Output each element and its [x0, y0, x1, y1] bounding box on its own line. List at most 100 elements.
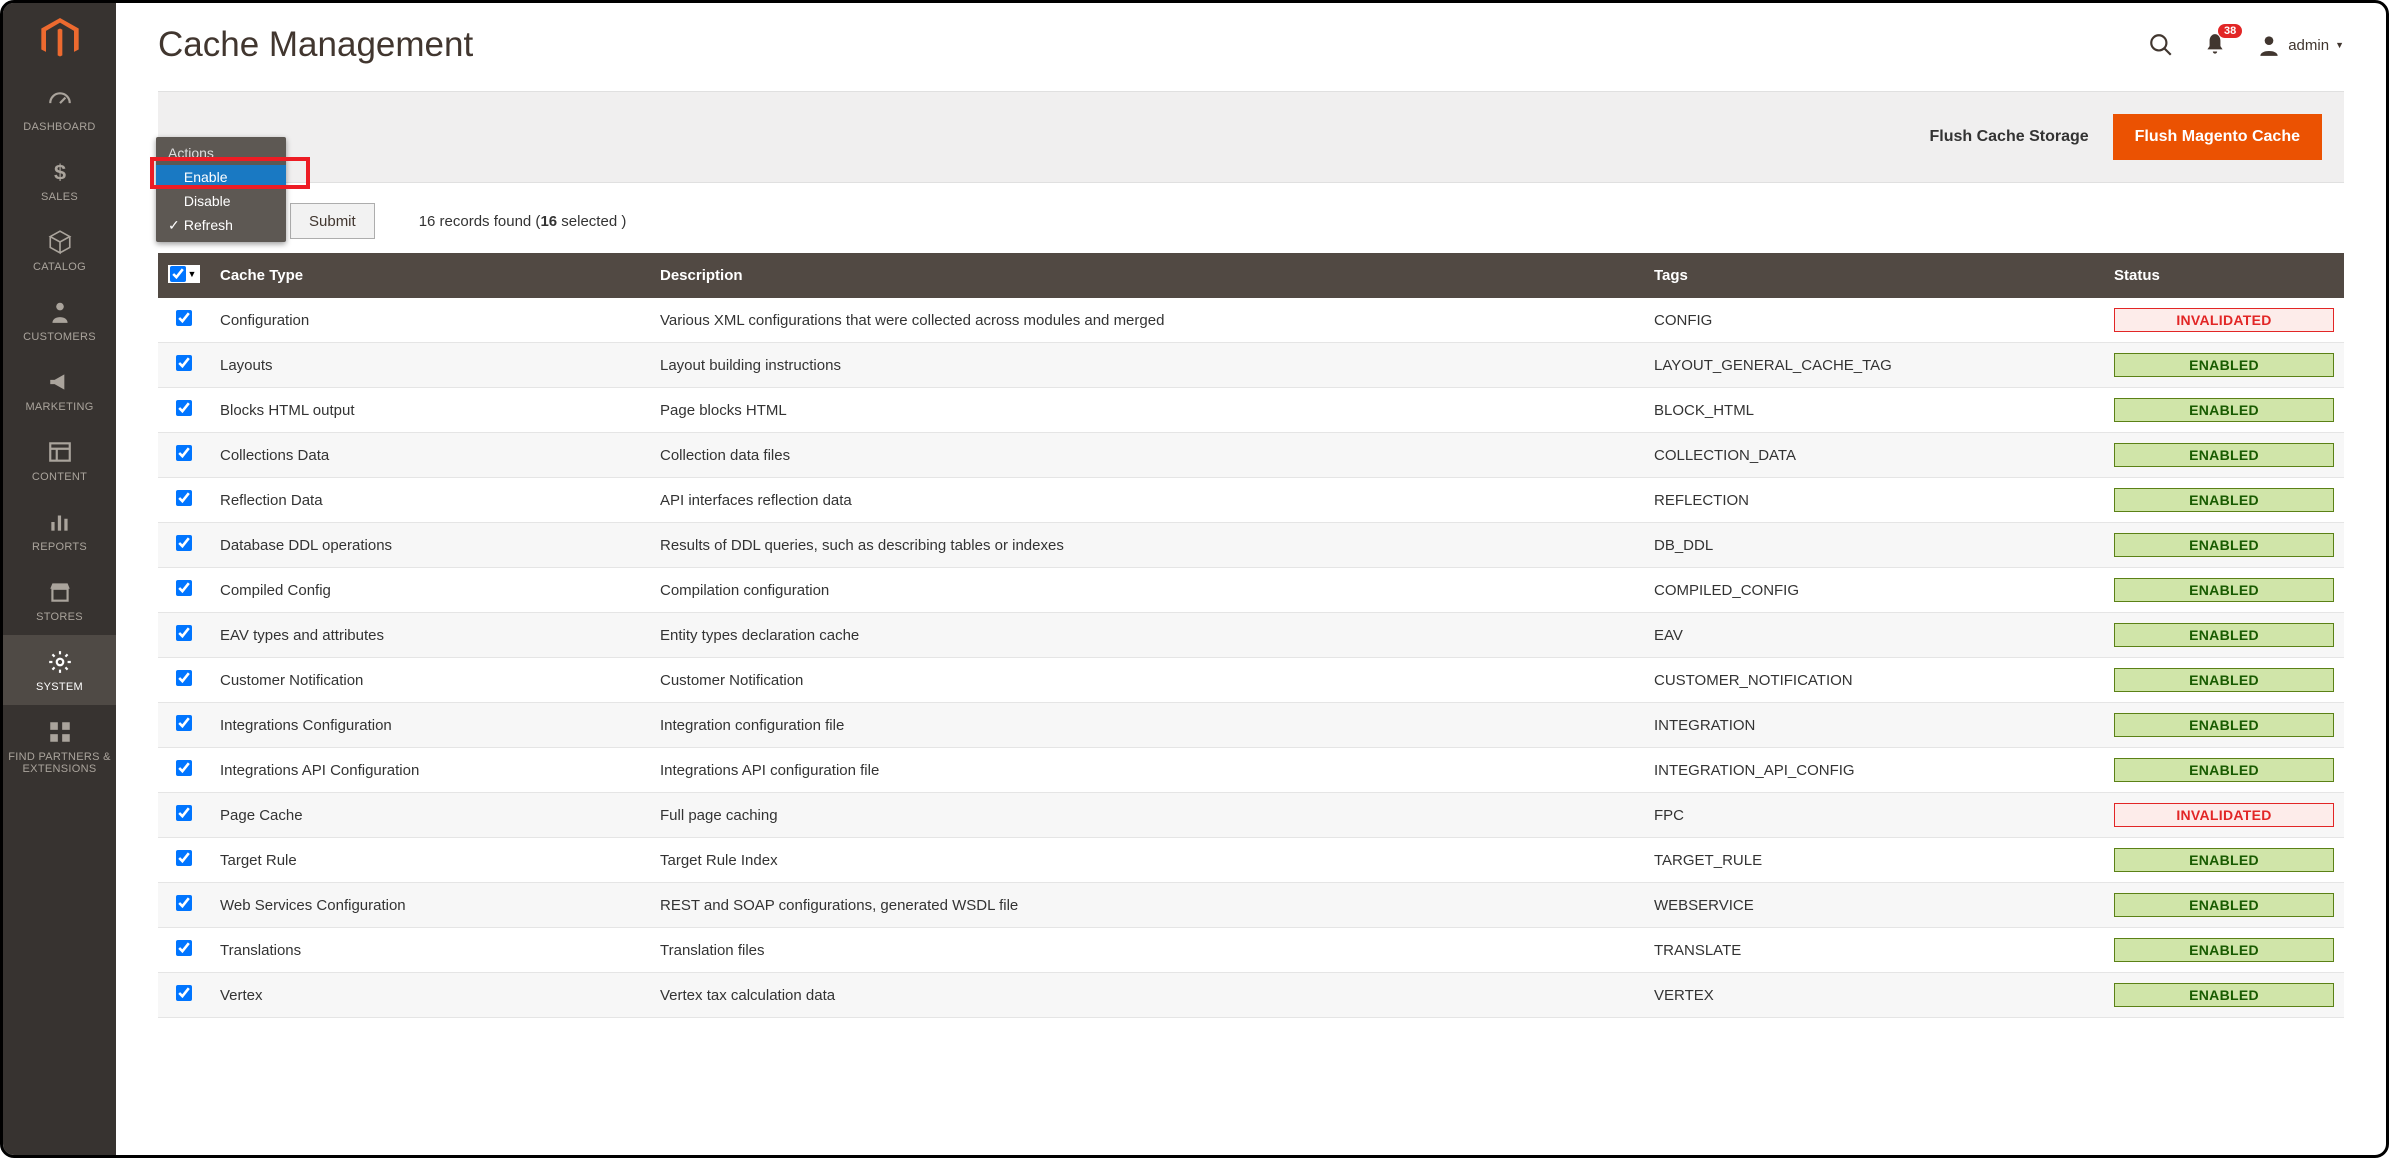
- magento-logo[interactable]: [3, 3, 116, 75]
- cell-cache-type: EAV types and attributes: [210, 613, 650, 658]
- cell-description: API interfaces reflection data: [650, 478, 1644, 523]
- row-checkbox[interactable]: [176, 355, 192, 371]
- flush-cache-storage-button[interactable]: Flush Cache Storage: [1923, 114, 2094, 160]
- gear-icon: [7, 649, 112, 677]
- cell-description: Integrations API configuration file: [650, 748, 1644, 793]
- col-cache-type[interactable]: Cache Type: [210, 253, 650, 298]
- svg-text:$: $: [53, 160, 65, 185]
- sidebar-item-label: SYSTEM: [7, 681, 112, 693]
- row-checkbox[interactable]: [176, 490, 192, 506]
- cell-cache-type: Page Cache: [210, 793, 650, 838]
- sidebar-item-dashboard[interactable]: DASHBOARD: [3, 75, 116, 145]
- sidebar-item-reports[interactable]: REPORTS: [3, 495, 116, 565]
- table-row: Page CacheFull page cachingFPCINVALIDATE…: [158, 793, 2344, 838]
- row-checkbox[interactable]: [176, 580, 192, 596]
- sidebar-item-sales[interactable]: $SALES: [3, 145, 116, 215]
- table-row: Database DDL operationsResults of DDL qu…: [158, 523, 2344, 568]
- cell-cache-type: Vertex: [210, 973, 650, 1018]
- select-all-dropdown[interactable]: ▼: [186, 267, 198, 281]
- notifications-button[interactable]: 38: [2202, 32, 2228, 58]
- search-button[interactable]: [2148, 32, 2174, 58]
- col-status[interactable]: Status: [2104, 253, 2344, 298]
- cell-description: Results of DDL queries, such as describi…: [650, 523, 1644, 568]
- cell-status: ENABLED: [2104, 523, 2344, 568]
- sidebar-item-stores[interactable]: STORES: [3, 565, 116, 635]
- cell-description: Translation files: [650, 928, 1644, 973]
- bars-icon: [7, 509, 112, 537]
- cell-tags: COLLECTION_DATA: [1644, 433, 2104, 478]
- sidebar-item-find-partners-extensions[interactable]: FIND PARTNERS & EXTENSIONS: [3, 705, 116, 787]
- dropdown-item-disable[interactable]: Disable: [156, 189, 286, 213]
- cell-status: ENABLED: [2104, 748, 2344, 793]
- cell-tags: VERTEX: [1644, 973, 2104, 1018]
- dropdown-item-refresh[interactable]: ✓ Refresh: [156, 213, 286, 238]
- cell-description: Integration configuration file: [650, 703, 1644, 748]
- row-checkbox[interactable]: [176, 310, 192, 326]
- page-actions: Flush Cache Storage Flush Magento Cache: [158, 91, 2344, 183]
- row-checkbox[interactable]: [176, 805, 192, 821]
- cell-description: Layout building instructions: [650, 343, 1644, 388]
- sidebar-item-content[interactable]: CONTENT: [3, 425, 116, 495]
- sidebar-item-label: STORES: [7, 611, 112, 623]
- row-checkbox[interactable]: [176, 445, 192, 461]
- row-checkbox[interactable]: [176, 670, 192, 686]
- cell-description: REST and SOAP configurations, generated …: [650, 883, 1644, 928]
- table-row: VertexVertex tax calculation dataVERTEXE…: [158, 973, 2344, 1018]
- cell-cache-type: Collections Data: [210, 433, 650, 478]
- admin-label: admin: [2288, 37, 2329, 54]
- records-found-prefix: 16 records found (: [419, 213, 541, 230]
- row-checkbox[interactable]: [176, 400, 192, 416]
- row-checkbox[interactable]: [176, 625, 192, 641]
- submit-button[interactable]: Submit: [290, 203, 375, 239]
- cell-description: Customer Notification: [650, 658, 1644, 703]
- row-checkbox[interactable]: [176, 940, 192, 956]
- dropdown-title: Actions: [156, 141, 286, 165]
- cell-tags: CONFIG: [1644, 298, 2104, 343]
- cell-cache-type: Blocks HTML output: [210, 388, 650, 433]
- col-description[interactable]: Description: [650, 253, 1644, 298]
- cell-description: Full page caching: [650, 793, 1644, 838]
- megaphone-icon: [7, 369, 112, 397]
- cell-cache-type: Layouts: [210, 343, 650, 388]
- row-checkbox[interactable]: [176, 535, 192, 551]
- row-checkbox[interactable]: [176, 715, 192, 731]
- sidebar-item-label: CONTENT: [7, 471, 112, 483]
- sidebar-item-label: CATALOG: [7, 261, 112, 273]
- status-badge: ENABLED: [2114, 983, 2334, 1007]
- sidebar-item-marketing[interactable]: MARKETING: [3, 355, 116, 425]
- sidebar-item-label: DASHBOARD: [7, 121, 112, 133]
- status-badge: ENABLED: [2114, 533, 2334, 557]
- table-row: Reflection DataAPI interfaces reflection…: [158, 478, 2344, 523]
- row-checkbox[interactable]: [176, 850, 192, 866]
- row-checkbox[interactable]: [176, 895, 192, 911]
- magento-logo-icon: [39, 18, 81, 60]
- cell-cache-type: Reflection Data: [210, 478, 650, 523]
- table-row: Collections DataCollection data filesCOL…: [158, 433, 2344, 478]
- status-badge: ENABLED: [2114, 848, 2334, 872]
- topbar: Cache Management 38 admin ▼: [116, 3, 2386, 77]
- cell-status: ENABLED: [2104, 883, 2344, 928]
- sidebar-item-label: FIND PARTNERS & EXTENSIONS: [7, 751, 112, 775]
- table-row: Integrations API ConfigurationIntegratio…: [158, 748, 2344, 793]
- cache-grid: ▼ Cache Type Description Tags Status Con…: [158, 253, 2344, 1018]
- cell-cache-type: Integrations API Configuration: [210, 748, 650, 793]
- sidebar-item-catalog[interactable]: CATALOG: [3, 215, 116, 285]
- row-checkbox[interactable]: [176, 985, 192, 1001]
- account-menu[interactable]: admin ▼: [2256, 32, 2344, 58]
- row-checkbox[interactable]: [176, 760, 192, 776]
- table-row: Integrations ConfigurationIntegration co…: [158, 703, 2344, 748]
- admin-sidebar: DASHBOARD $SALES CATALOG CUSTOMERS MARKETING…: [3, 3, 116, 1155]
- flush-magento-cache-button[interactable]: Flush Magento Cache: [2113, 114, 2322, 160]
- cell-tags: WEBSERVICE: [1644, 883, 2104, 928]
- sidebar-item-customers[interactable]: CUSTOMERS: [3, 285, 116, 355]
- cell-tags: COMPILED_CONFIG: [1644, 568, 2104, 613]
- dropdown-item-enable[interactable]: Enable: [156, 165, 286, 189]
- col-tags[interactable]: Tags: [1644, 253, 2104, 298]
- sidebar-item-label: CUSTOMERS: [7, 331, 112, 343]
- records-found: 16 records found (16 selected ): [419, 213, 627, 230]
- select-all-checkbox[interactable]: [170, 266, 186, 282]
- sidebar-item-system[interactable]: SYSTEM: [3, 635, 116, 705]
- cell-status: ENABLED: [2104, 613, 2344, 658]
- dollar-icon: $: [7, 159, 112, 187]
- search-icon: [2148, 32, 2174, 58]
